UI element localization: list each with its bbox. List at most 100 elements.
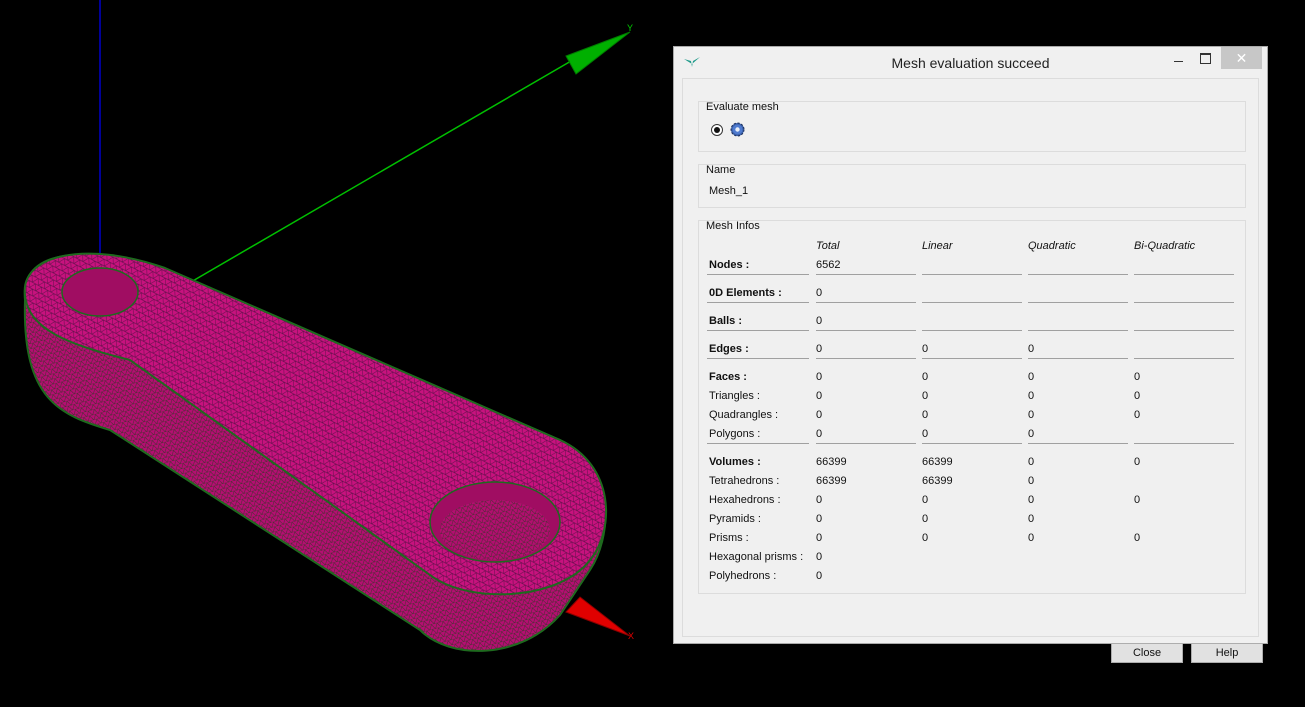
row-label: Hexahedrons : <box>709 494 781 506</box>
table-cell: 0 <box>922 513 929 525</box>
column-header: Bi-Quadratic <box>1134 240 1196 252</box>
table-cell: 0 <box>1028 475 1035 487</box>
separator-line <box>707 302 809 303</box>
separator-line <box>816 358 916 359</box>
table-cell: 0 <box>1028 390 1035 402</box>
table-cell: 66399 <box>922 456 953 468</box>
separator-line <box>1134 302 1234 303</box>
y-axis-cone-icon <box>565 31 631 75</box>
table-cell: 0 <box>816 551 823 563</box>
x-axis-label: X <box>628 631 634 641</box>
separator-line <box>707 330 809 331</box>
separator-line <box>707 274 809 275</box>
separator-line <box>816 330 916 331</box>
close-icon: ✕ <box>1235 50 1248 66</box>
separator-line <box>1134 358 1234 359</box>
y-axis-label: Y <box>627 23 633 33</box>
separator-line <box>922 274 1022 275</box>
table-cell: 0 <box>816 532 823 544</box>
row-label: Polyhedrons : <box>709 570 777 582</box>
table-cell: 0 <box>1028 494 1035 506</box>
row-label: 0D Elements : <box>709 287 782 299</box>
evaluate-mesh-group: Evaluate mesh <box>698 101 1246 152</box>
table-cell: 0 <box>816 371 823 383</box>
separator-line <box>922 358 1022 359</box>
table-cell: 0 <box>922 428 929 440</box>
row-label: Prisms : <box>709 532 749 544</box>
table-cell: 0 <box>922 532 929 544</box>
evaluate-mesh-radio[interactable] <box>711 124 723 136</box>
mesh-infos-title: Mesh Infos <box>706 220 760 232</box>
dialog-client-area: Evaluate mesh Name Mesh_1 Mesh Infos Tot… <box>682 78 1263 663</box>
help-button[interactable]: Help <box>1191 643 1263 663</box>
row-label: Volumes : <box>709 456 761 468</box>
column-header: Quadratic <box>1028 240 1076 252</box>
separator-line <box>816 274 916 275</box>
3d-viewport[interactable]: Y X <box>0 0 672 707</box>
separator-line <box>707 358 809 359</box>
close-window-button[interactable]: ✕ <box>1221 47 1262 69</box>
mesh-evaluation-dialog: Mesh evaluation succeed ✕ Evaluate mesh … <box>673 46 1268 663</box>
mesh-name-value: Mesh_1 <box>709 185 749 197</box>
maximize-icon <box>1199 53 1211 64</box>
minimize-button[interactable] <box>1164 47 1192 69</box>
table-cell: 0 <box>1028 428 1035 440</box>
separator-line <box>816 302 916 303</box>
table-cell: 0 <box>1028 371 1035 383</box>
separator-line <box>1028 302 1128 303</box>
table-cell: 0 <box>1028 532 1035 544</box>
table-cell: 0 <box>1134 390 1141 402</box>
row-label: Nodes : <box>709 259 750 271</box>
separator-line <box>922 302 1022 303</box>
separator-line <box>816 443 916 444</box>
table-cell: 0 <box>816 343 823 355</box>
x-axis-cone-icon <box>565 596 631 637</box>
table-cell: 0 <box>1028 343 1035 355</box>
table-cell: 0 <box>816 570 823 582</box>
separator-line <box>1134 274 1234 275</box>
table-cell: 0 <box>816 494 823 506</box>
separator-line <box>1028 443 1128 444</box>
title-bar[interactable]: Mesh evaluation succeed ✕ <box>674 47 1267 78</box>
table-cell: 0 <box>816 390 823 402</box>
table-cell: 66399 <box>816 475 847 487</box>
column-header: Total <box>816 240 840 252</box>
column-header: Linear <box>922 240 953 252</box>
separator-line <box>707 443 809 444</box>
table-cell: 66399 <box>922 475 953 487</box>
table-cell: 0 <box>1134 532 1141 544</box>
row-label: Hexagonal prisms : <box>709 551 804 563</box>
row-label: Quadrangles : <box>709 409 779 421</box>
table-cell: 0 <box>1028 456 1035 468</box>
viewport-canvas[interactable]: Y X <box>0 0 672 707</box>
table-cell: 0 <box>1134 371 1141 383</box>
row-label: Tetrahedrons : <box>709 475 780 487</box>
row-label: Triangles : <box>709 390 760 402</box>
table-cell: 0 <box>1134 456 1141 468</box>
close-button[interactable]: Close <box>1111 643 1183 663</box>
separator-line <box>1134 330 1234 331</box>
table-cell: 0 <box>1134 494 1141 506</box>
minimize-icon <box>1173 61 1183 62</box>
table-cell: 0 <box>922 343 929 355</box>
table-cell: 0 <box>922 371 929 383</box>
row-label: Pyramids : <box>709 513 761 525</box>
separator-line <box>922 443 1022 444</box>
table-cell: 0 <box>922 409 929 421</box>
row-label: Polygons : <box>709 428 761 440</box>
separator-line <box>1028 330 1128 331</box>
maximize-button[interactable] <box>1191 47 1219 69</box>
row-label: Balls : <box>709 315 743 327</box>
separator-line <box>1028 358 1128 359</box>
table-cell: 0 <box>1028 409 1035 421</box>
table-cell: 0 <box>816 513 823 525</box>
table-cell: 6562 <box>816 259 841 271</box>
table-cell: 0 <box>816 428 823 440</box>
row-label: Faces : <box>709 371 747 383</box>
table-cell: 0 <box>816 409 823 421</box>
table-cell: 0 <box>816 287 823 299</box>
mesh-infos-group: Mesh Infos Total Linear Quadratic Bi-Quadra… <box>698 220 1246 594</box>
y-axis <box>159 49 591 301</box>
table-cell: 66399 <box>816 456 847 468</box>
name-title: Name <box>706 164 736 176</box>
